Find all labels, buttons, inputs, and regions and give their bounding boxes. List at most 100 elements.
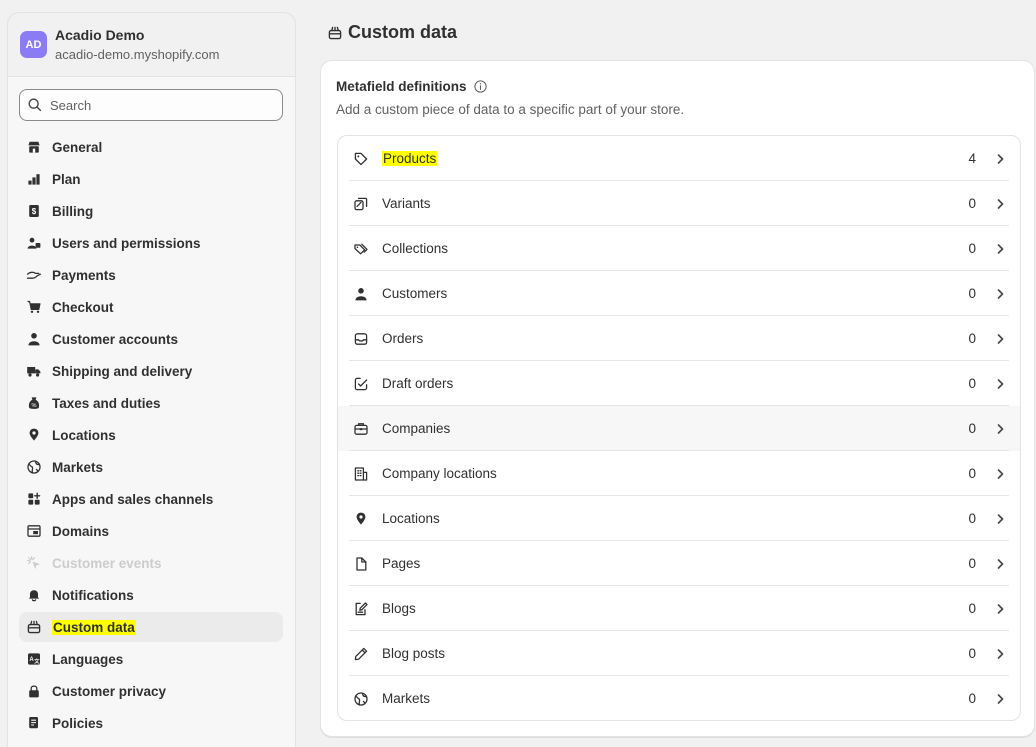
definition-count: 0 (968, 556, 976, 571)
draft-order-icon (352, 375, 369, 392)
bell-icon (25, 586, 43, 604)
resource-row-label: Customers (382, 286, 448, 301)
definition-count: 0 (968, 601, 976, 616)
sidebar-item-domains[interactable]: Domains (19, 516, 283, 546)
resource-row-label: Draft orders (382, 376, 454, 391)
location-pin-icon (352, 510, 369, 527)
sidebar-item-label: Shipping and delivery (52, 363, 193, 379)
sidebar-item-customer-accounts[interactable]: Customer accounts (19, 324, 283, 354)
resource-row-label: Company locations (382, 466, 497, 481)
definition-count: 4 (968, 151, 976, 166)
sidebar-item-billing[interactable]: $ Billing (19, 196, 283, 226)
policies-icon (25, 714, 43, 732)
resource-row-blog-posts[interactable]: Blog posts 0 (338, 631, 1020, 676)
resource-row-draft-orders[interactable]: Draft orders 0 (338, 361, 1020, 406)
resource-row-label: Pages (382, 556, 421, 571)
definition-count: 0 (968, 286, 976, 301)
sidebar-item-label: Payments (52, 267, 116, 283)
resource-row-pages[interactable]: Pages 0 (338, 541, 1020, 586)
truck-icon (25, 362, 43, 380)
globe-icon (25, 458, 43, 476)
sidebar-item-taxes-and-duties[interactable]: % Taxes and duties (19, 388, 283, 418)
info-icon[interactable] (473, 79, 488, 94)
sidebar-item-apps-and-sales-channels[interactable]: Apps and sales channels (19, 484, 283, 514)
definition-count: 0 (968, 331, 976, 346)
chevron-right-icon (997, 693, 1004, 704)
resource-row-label: Companies (382, 421, 451, 436)
sidebar-item-general[interactable]: General (19, 132, 283, 162)
resource-row-products[interactable]: Products 4 (338, 136, 1020, 181)
sidebar-item-label: Customer events (52, 555, 162, 571)
search-box[interactable] (19, 89, 283, 121)
sidebar-item-label: Plan (52, 171, 81, 187)
svg-text:$: $ (32, 207, 37, 216)
chevron-right-icon (997, 468, 1004, 479)
sidebar-item-markets[interactable]: Markets (19, 452, 283, 482)
resource-row-markets[interactable]: Markets 0 (338, 676, 1020, 720)
resource-row-orders[interactable]: Orders 0 (338, 316, 1020, 361)
resource-list: Products 4 Variants 0 Collections 0 Customers 0… (337, 135, 1021, 721)
resource-row-variants[interactable]: Variants 0 (338, 181, 1020, 226)
sidebar-item-notifications[interactable]: Notifications (19, 580, 283, 610)
sidebar-item-label: Customer accounts (52, 331, 179, 347)
sidebar-item-label: Billing (52, 203, 94, 219)
store-header[interactable]: AD Acadio Demo acadio-demo.myshopify.com (8, 13, 295, 77)
sidebar-item-custom-data[interactable]: Custom data (19, 612, 283, 642)
sidebar-item-payments[interactable]: Payments (19, 260, 283, 290)
resource-row-locations[interactable]: Locations 0 (338, 496, 1020, 541)
search-input[interactable] (50, 97, 270, 113)
resource-row-customers[interactable]: Customers 0 (338, 271, 1020, 316)
location-pin-icon (25, 426, 43, 444)
chevron-right-icon (997, 153, 1004, 164)
sidebar-item-label: Policies (52, 715, 104, 731)
card-title: Metafield definitions (336, 79, 467, 94)
chevron-right-icon (997, 423, 1004, 434)
settings-sidebar: AD Acadio Demo acadio-demo.myshopify.com… (7, 12, 296, 747)
definition-count: 0 (968, 511, 976, 526)
pencil-icon (352, 645, 369, 662)
chevron-right-icon (997, 198, 1004, 209)
sidebar-item-policies[interactable]: Policies (19, 708, 283, 738)
definition-count: 0 (968, 421, 976, 436)
sidebar-item-locations[interactable]: Locations (19, 420, 283, 450)
cursor-icon (25, 554, 43, 572)
sidebar-item-customer-privacy[interactable]: Customer privacy (19, 676, 283, 706)
users-icon (25, 234, 43, 252)
lock-icon (25, 682, 43, 700)
chevron-right-icon (997, 243, 1004, 254)
page-icon (352, 555, 369, 572)
cart-icon (25, 298, 43, 316)
resource-row-label: Variants (382, 196, 431, 211)
svg-text:%: % (32, 403, 37, 409)
metafield-definitions-card: Metafield definitions Add a custom piece… (320, 60, 1035, 737)
chevron-right-icon (997, 603, 1004, 614)
resource-row-label: Blogs (382, 601, 416, 616)
page-title: Custom data (327, 22, 457, 43)
sidebar-item-plan[interactable]: Plan (19, 164, 283, 194)
chevron-right-icon (997, 558, 1004, 569)
resource-row-collections[interactable]: Collections 0 (338, 226, 1020, 271)
globe-icon (352, 690, 369, 707)
resource-row-label: Markets (382, 691, 431, 706)
briefcase-icon (352, 420, 369, 437)
sidebar-item-shipping-and-delivery[interactable]: Shipping and delivery (19, 356, 283, 386)
store-icon (25, 138, 43, 156)
custom-data-icon (25, 618, 43, 636)
sidebar-item-label: Apps and sales channels (52, 491, 214, 507)
definition-count: 0 (968, 196, 976, 211)
variants-icon (352, 195, 369, 212)
building-icon (352, 465, 369, 482)
sidebar-item-users-and-permissions[interactable]: Users and permissions (19, 228, 283, 258)
sidebar-item-label: Users and permissions (52, 235, 201, 251)
resource-row-label: Products (382, 151, 438, 166)
sidebar-item-checkout[interactable]: Checkout (19, 292, 283, 322)
resource-row-company-locations[interactable]: Company locations 0 (338, 451, 1020, 496)
store-info: Acadio Demo acadio-demo.myshopify.com (55, 26, 220, 64)
person-icon (25, 330, 43, 348)
resource-row-companies[interactable]: Companies 0 (338, 406, 1020, 451)
sidebar-item-languages[interactable]: A 文 Languages (19, 644, 283, 674)
chevron-right-icon (997, 288, 1004, 299)
chevron-right-icon (997, 513, 1004, 524)
resource-row-blogs[interactable]: Blogs 0 (338, 586, 1020, 631)
sidebar-item-label: Custom data (52, 619, 136, 635)
